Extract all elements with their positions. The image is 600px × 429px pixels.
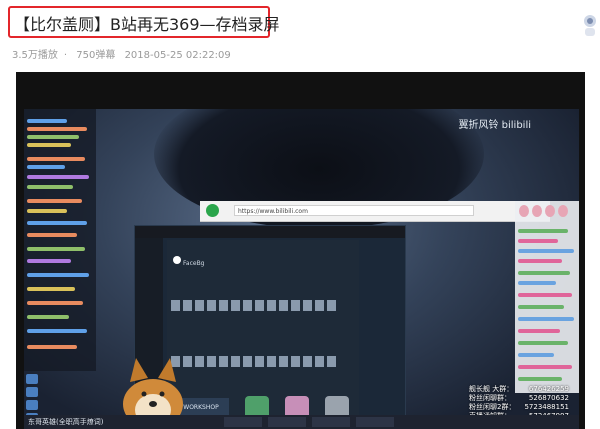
stat-row: 舰长舰 大群： 676426259 — [469, 385, 569, 393]
stream-chat-right — [515, 201, 579, 393]
publish-date: 2018-05-25 02:22:09 — [124, 50, 231, 61]
video-meta: 3.5万播放 · 750弹幕 2018-05-25 02:22:09 — [12, 50, 231, 61]
now-playing-text: 东哥英雄(全职高手燎词) — [28, 418, 104, 426]
uploader-avatar[interactable] — [583, 12, 597, 38]
badge-row — [171, 300, 351, 312]
steam-avatar-icon — [173, 256, 181, 264]
stat-row: 粉丝闲聊2群： 5723488151 — [469, 403, 569, 411]
browser-logo-icon — [206, 204, 219, 217]
video-title[interactable]: 【比尔盖厕】B站再无369—存档录屏 — [14, 11, 280, 35]
video-player[interactable]: 翼折风铃 bilibili https://www.bilibili.com F… — [16, 72, 585, 429]
taskbar-app[interactable] — [356, 417, 394, 427]
taskbar-app[interactable] — [312, 417, 350, 427]
badge-row — [171, 356, 351, 368]
app-icon[interactable] — [26, 374, 38, 384]
bilibili-watermark: 翼折风铃 bilibili — [458, 120, 531, 131]
address-bar[interactable]: https://www.bilibili.com — [234, 205, 474, 216]
browser-toolbar: https://www.bilibili.com — [200, 201, 550, 222]
video-frame: 翼折风铃 bilibili https://www.bilibili.com F… — [24, 109, 579, 429]
play-count: 3.5万播放 — [12, 50, 58, 61]
taskbar-app[interactable] — [268, 417, 306, 427]
stat-row: 粉丝闲聊群： 526870632 — [469, 394, 569, 402]
steam-menu-bar — [135, 226, 405, 238]
steam-right-panel — [363, 240, 401, 429]
taskbar-app[interactable] — [224, 417, 262, 427]
app-icon[interactable] — [26, 387, 38, 397]
stream-chat-left — [24, 109, 96, 371]
danmaku-count: 750弹幕 — [76, 50, 116, 61]
windows-taskbar: 东哥英雄(全职高手燎词) — [24, 415, 579, 429]
emote-row — [519, 205, 575, 223]
steam-profile-name: FaceBg — [183, 260, 205, 267]
app-icon[interactable] — [26, 400, 38, 410]
